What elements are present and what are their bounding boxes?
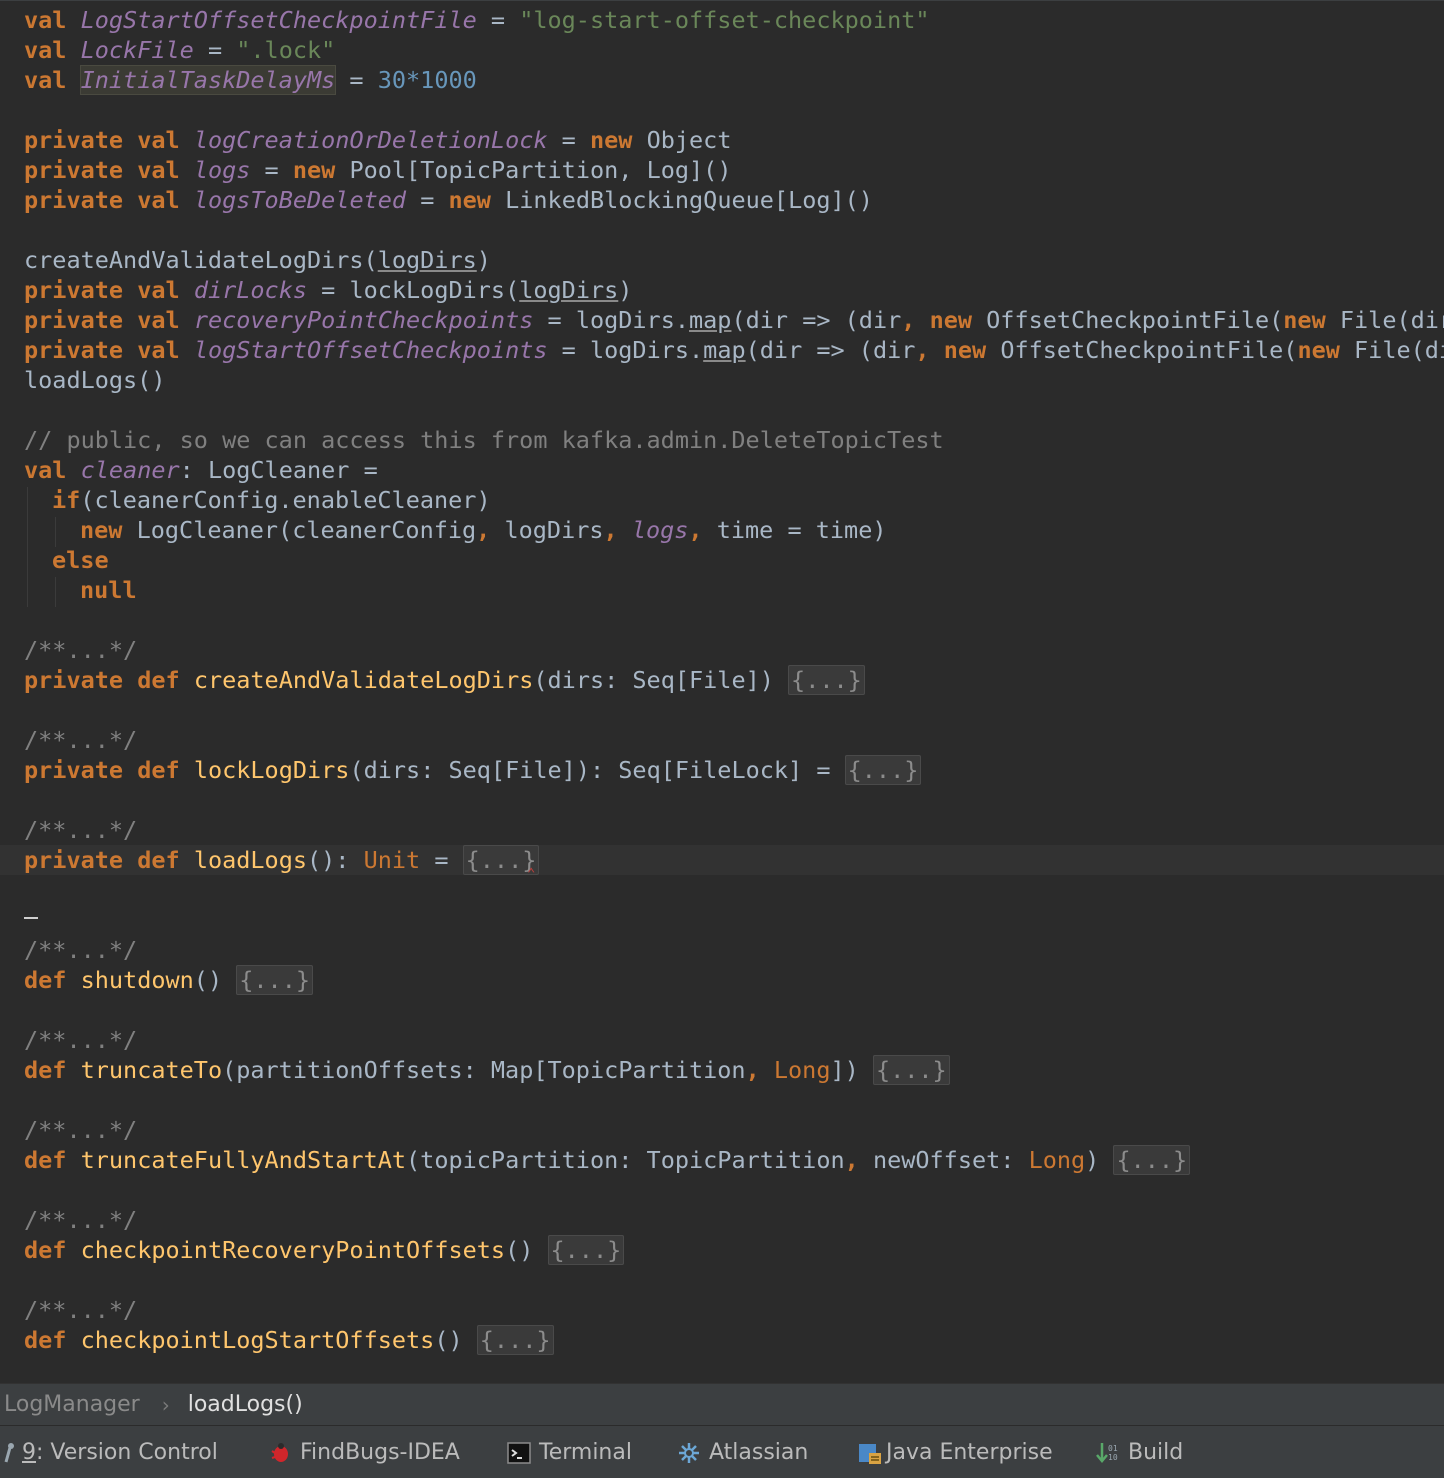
findbugs-icon — [268, 1441, 292, 1465]
code-editor[interactable]: val LogStartOffsetCheckpointFile = "log-… — [0, 0, 1444, 1383]
code-line[interactable]: loadLogs() — [24, 365, 165, 395]
error-squiggle-icon: ⌃ — [527, 866, 536, 882]
tool-window-bar: 9: Version Control FindBugs-IDEA Termina… — [0, 1425, 1444, 1478]
doc-comment-fold[interactable]: /**...*/ — [24, 1115, 137, 1145]
code-line-current[interactable]: private def loadLogs(): Unit = {...} — [24, 845, 540, 875]
text-caret — [24, 917, 38, 919]
doc-comment-fold[interactable]: /**...*/ — [24, 1295, 137, 1325]
doc-comment-fold[interactable]: /**...*/ — [24, 1025, 137, 1055]
tool-window-mnemonic: 9 — [22, 1440, 36, 1465]
svg-text:10: 10 — [1108, 1453, 1118, 1462]
folded-code-block[interactable]: {...} — [547, 1235, 625, 1265]
doc-comment-fold[interactable]: /**...*/ — [24, 725, 137, 755]
folded-code-block[interactable]: {...} — [236, 965, 313, 995]
code-line[interactable]: val InitialTaskDelayMs = 30*1000 — [24, 65, 477, 95]
tool-window-java-enterprise[interactable]: Java Enterprise — [858, 1426, 1053, 1478]
folded-code-block[interactable]: {...} — [476, 1325, 554, 1355]
code-line[interactable]: private val dirLocks = lockLogDirs(logDi… — [24, 275, 632, 305]
code-line[interactable]: def truncateFullyAndStartAt(topicPartiti… — [24, 1145, 1191, 1175]
code-line[interactable]: createAndValidateLogDirs(logDirs) — [24, 245, 491, 275]
folded-code-block[interactable]: {...} — [872, 1055, 950, 1085]
code-line[interactable]: // public, so we can access this from ka… — [24, 425, 944, 455]
folded-code-block[interactable]: {...} — [844, 755, 922, 785]
tool-window-label: : Version Control — [36, 1440, 218, 1465]
tool-window-label: FindBugs-IDEA — [300, 1440, 460, 1465]
tool-window-label: Terminal — [539, 1440, 632, 1465]
tool-window-label: Atlassian — [709, 1440, 809, 1465]
indent-guide — [55, 577, 56, 607]
code-line[interactable]: private val logsToBeDeleted = new Linked… — [24, 185, 873, 215]
code-line[interactable]: private val recoveryPointCheckpoints = l… — [24, 305, 1444, 335]
code-line[interactable]: else — [52, 545, 109, 575]
tool-window-version-control[interactable]: 9: Version Control — [2, 1426, 218, 1478]
breadcrumb: LogManager › loadLogs() — [0, 1383, 1444, 1425]
indent-guide — [55, 517, 56, 547]
version-control-icon — [2, 1441, 16, 1465]
tool-window-findbugs[interactable]: FindBugs-IDEA — [268, 1426, 460, 1478]
code-line[interactable]: def checkpointRecoveryPointOffsets() {..… — [24, 1235, 625, 1265]
svg-text:01: 01 — [1108, 1444, 1118, 1453]
breadcrumb-separator: › — [161, 1392, 170, 1417]
code-line[interactable]: private val logs = new Pool[TopicPartiti… — [24, 155, 731, 185]
code-line[interactable]: val LogStartOffsetCheckpointFile = "log-… — [24, 5, 930, 35]
breadcrumb-item-loadlogs[interactable]: loadLogs() — [188, 1392, 303, 1417]
code-line[interactable]: private val logCreationOrDeletionLock = … — [24, 125, 731, 155]
doc-comment-fold[interactable]: /**...*/ — [24, 935, 137, 965]
code-line[interactable]: val LockFile = ".lock" — [24, 35, 335, 65]
atlassian-icon — [677, 1441, 701, 1465]
folded-code-block[interactable]: {...} — [788, 665, 865, 695]
java-enterprise-icon — [858, 1441, 882, 1465]
tool-window-terminal[interactable]: Terminal — [507, 1426, 632, 1478]
code-line[interactable]: def truncateTo(partitionOffsets: Map[Top… — [24, 1055, 950, 1085]
code-line[interactable]: new LogCleaner(cleanerConfig, logDirs, l… — [80, 515, 887, 545]
code-line[interactable]: null — [80, 575, 137, 605]
terminal-icon — [507, 1441, 531, 1465]
doc-comment-fold[interactable]: /**...*/ — [24, 1205, 137, 1235]
folded-code-block[interactable]: {...} — [1113, 1145, 1191, 1175]
doc-comment-fold[interactable]: /**...*/ — [24, 635, 137, 665]
code-line[interactable]: def shutdown() {...} — [24, 965, 313, 995]
highlighted-identifier: InitialTaskDelayMs — [79, 65, 337, 95]
build-icon: 01 10 — [1096, 1441, 1120, 1465]
code-line[interactable]: val cleaner: LogCleaner = — [24, 455, 378, 485]
tool-window-label: Build — [1128, 1440, 1184, 1465]
doc-comment-fold[interactable]: /**...*/ — [24, 815, 137, 845]
code-line[interactable]: private def lockLogDirs(dirs: Seq[File])… — [24, 755, 922, 785]
code-line[interactable]: private val logStartOffsetCheckpoints = … — [24, 335, 1444, 365]
tool-window-build[interactable]: 01 10 Build — [1096, 1426, 1183, 1478]
tool-window-label: Java Enterprise — [886, 1440, 1053, 1465]
code-line[interactable]: if(cleanerConfig.enableCleaner) — [52, 485, 491, 515]
code-line[interactable]: def checkpointLogStartOffsets() {...} — [24, 1325, 554, 1355]
indent-guide — [27, 487, 28, 607]
tool-window-atlassian[interactable]: Atlassian — [677, 1426, 808, 1478]
code-line[interactable]: private def createAndValidateLogDirs(dir… — [24, 665, 865, 695]
breadcrumb-item-logmanager[interactable]: LogManager — [0, 1392, 140, 1417]
